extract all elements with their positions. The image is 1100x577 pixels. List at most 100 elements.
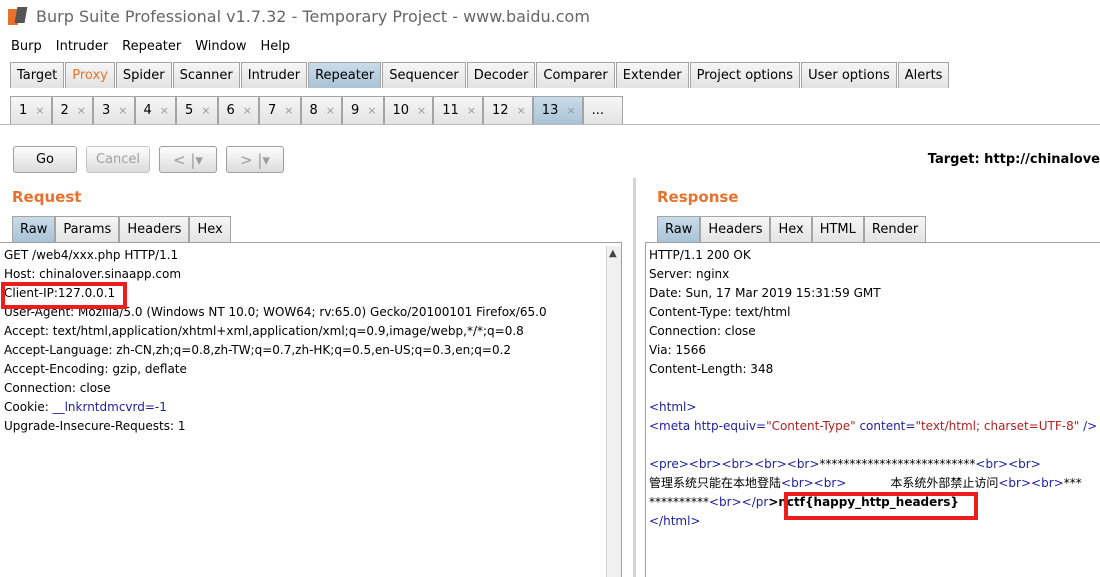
- repeater-tab-2[interactable]: 2 ×: [51, 96, 93, 124]
- request-tab-raw[interactable]: Raw: [12, 216, 56, 242]
- html-attr: http-equiv=: [694, 419, 767, 433]
- close-icon[interactable]: ×: [35, 104, 44, 117]
- menu-intruder[interactable]: Intruder: [49, 39, 115, 54]
- html-tag: <pre><br><br><br><br>: [649, 457, 820, 471]
- response-view-tabs: Raw Headers Hex HTML Render: [657, 216, 927, 242]
- close-icon[interactable]: ×: [243, 104, 252, 117]
- response-header-line: Connection: close: [649, 324, 756, 338]
- repeater-tab-label: 10: [392, 103, 410, 118]
- repeater-tab-label: 6: [226, 103, 235, 118]
- repeater-tab-5[interactable]: 5 ×: [176, 96, 218, 124]
- close-icon[interactable]: ×: [467, 104, 476, 117]
- response-tab-headers[interactable]: Headers: [700, 216, 771, 242]
- target-label[interactable]: Target: http://chinalove: [928, 152, 1100, 167]
- main-tab-bar: Target Proxy Spider Scanner Intruder Rep…: [0, 62, 1100, 90]
- repeater-tab-label: 13: [541, 103, 559, 118]
- close-icon[interactable]: ×: [566, 104, 575, 117]
- close-icon[interactable]: ×: [417, 104, 426, 117]
- request-tab-params[interactable]: Params: [55, 216, 120, 242]
- body-text: **************************: [819, 457, 976, 471]
- close-icon[interactable]: ×: [284, 104, 293, 117]
- tab-decoder[interactable]: Decoder: [466, 62, 536, 88]
- response-tab-html[interactable]: HTML: [811, 216, 864, 242]
- repeater-tab-label: 9: [351, 103, 360, 118]
- go-button[interactable]: Go: [13, 146, 77, 173]
- repeater-tab-9[interactable]: 9 ×: [342, 96, 384, 124]
- request-line: Upgrade-Insecure-Requests: 1: [4, 419, 186, 433]
- response-header-line: Content-Type: text/html: [649, 305, 791, 319]
- response-tab-hex[interactable]: Hex: [770, 216, 812, 242]
- tab-project-options[interactable]: Project options: [689, 62, 801, 88]
- title-bar: Burp Suite Professional v1.7.32 - Tempor…: [0, 0, 1100, 33]
- close-icon[interactable]: ×: [77, 104, 86, 117]
- repeater-tab-3[interactable]: 3 ×: [93, 96, 135, 124]
- tab-comparer[interactable]: Comparer: [536, 62, 615, 88]
- html-attr-value: "text/html; charset=UTF-8": [915, 419, 1080, 433]
- tab-extender[interactable]: Extender: [615, 62, 689, 88]
- repeater-tab-13[interactable]: 13 ×: [532, 96, 583, 124]
- close-icon[interactable]: ×: [517, 104, 526, 117]
- repeater-tab-label: 4: [143, 103, 152, 118]
- tab-repeater[interactable]: Repeater: [308, 62, 382, 88]
- repeater-tab-12[interactable]: 12 ×: [483, 96, 533, 124]
- menu-window[interactable]: Window: [188, 39, 253, 54]
- close-icon[interactable]: ×: [201, 104, 210, 117]
- cancel-button[interactable]: Cancel: [86, 146, 150, 173]
- repeater-tab-11[interactable]: 11 ×: [433, 96, 484, 124]
- html-attr-value: "Content-Type": [766, 419, 856, 433]
- close-icon[interactable]: ×: [118, 104, 127, 117]
- request-tab-headers[interactable]: Headers: [119, 216, 190, 242]
- tab-scanner[interactable]: Scanner: [172, 62, 240, 88]
- tab-sequencer[interactable]: Sequencer: [382, 62, 466, 88]
- response-title: Response: [657, 188, 739, 206]
- repeater-tab-label: 7: [268, 103, 277, 118]
- tab-alerts[interactable]: Alerts: [897, 62, 950, 88]
- request-tab-hex[interactable]: Hex: [189, 216, 231, 242]
- response-header-line: Via: 1566: [649, 343, 707, 357]
- tab-intruder[interactable]: Intruder: [240, 62, 308, 88]
- html-tag: />: [1079, 419, 1098, 433]
- close-icon[interactable]: ×: [160, 104, 169, 117]
- forward-history-button[interactable]: > |▾: [226, 146, 284, 173]
- html-tag: <br><br>: [781, 476, 847, 490]
- tab-spider[interactable]: Spider: [115, 62, 172, 88]
- html-tag: <br><br>: [998, 476, 1064, 490]
- repeater-tab-label: 1: [19, 103, 28, 118]
- html-attr: content=: [855, 419, 916, 433]
- tab-target[interactable]: Target: [10, 62, 65, 88]
- scroll-up-arrow-icon[interactable]: ▲: [609, 248, 617, 259]
- close-icon[interactable]: ×: [326, 104, 335, 117]
- repeater-tab-6[interactable]: 6 ×: [217, 96, 259, 124]
- request-line: GET /web4/xxx.php HTTP/1.1: [4, 248, 179, 262]
- tab-proxy[interactable]: Proxy: [65, 62, 115, 88]
- repeater-tab-4[interactable]: 4 ×: [134, 96, 176, 124]
- menu-repeater[interactable]: Repeater: [115, 39, 188, 54]
- client-ip-highlight-box: [1, 282, 127, 309]
- body-text: 本系统外部禁止访问: [890, 476, 999, 490]
- tab-user-options[interactable]: User options: [801, 62, 897, 88]
- repeater-tab-10[interactable]: 10 ×: [383, 96, 434, 124]
- window-title: Burp Suite Professional v1.7.32 - Tempor…: [36, 7, 590, 26]
- repeater-tab-label: 12: [492, 103, 509, 118]
- request-scrollbar[interactable]: ▲: [606, 246, 621, 577]
- repeater-tab-new[interactable]: ...: [582, 96, 623, 124]
- close-icon[interactable]: ×: [367, 104, 376, 117]
- menu-bar: Burp Intruder Repeater Window Help: [0, 35, 1100, 57]
- repeater-tab-1[interactable]: 1 ×: [10, 96, 52, 124]
- pane-splitter[interactable]: [633, 178, 636, 577]
- response-header-line: HTTP/1.1 200 OK: [649, 248, 751, 262]
- request-line: Connection: close: [4, 381, 111, 395]
- response-tab-render[interactable]: Render: [863, 216, 927, 242]
- repeater-tab-8[interactable]: 8 ×: [300, 96, 342, 124]
- menu-help[interactable]: Help: [254, 39, 298, 54]
- response-tab-raw[interactable]: Raw: [657, 216, 701, 242]
- repeater-tab-label: 2: [60, 103, 69, 118]
- cookie-name: __lnkrntdmcvrd: [52, 400, 145, 414]
- menu-burp[interactable]: Burp: [4, 39, 49, 54]
- html-tag: <br></pr: [709, 495, 769, 509]
- back-history-button[interactable]: < |▾: [159, 146, 217, 173]
- request-line: Accept-Language: zh-CN,zh;q=0.8,zh-TW;q=…: [4, 343, 512, 357]
- repeater-tab-7[interactable]: 7 ×: [259, 96, 301, 124]
- request-line: Accept: text/html,application/xhtml+xml,…: [4, 324, 524, 338]
- response-body-line: <meta http-equiv="Content-Type" content=…: [649, 417, 1097, 436]
